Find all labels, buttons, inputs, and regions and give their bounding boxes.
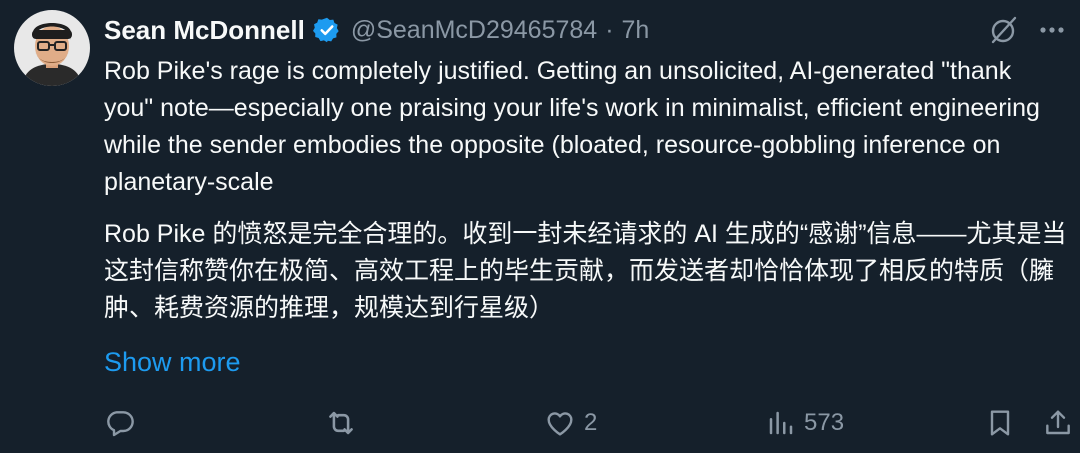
bookmark-button[interactable] bbox=[984, 400, 1016, 446]
retweet-button[interactable] bbox=[324, 400, 366, 446]
tweet-header: Sean McDonnell @SeanMcD29465784 · 7h bbox=[104, 10, 649, 50]
separator-dot: · bbox=[605, 15, 614, 44]
tweet-actions: 2 573 bbox=[104, 400, 1076, 446]
like-button[interactable]: 2 bbox=[544, 400, 597, 446]
verified-badge-icon bbox=[312, 16, 341, 44]
timestamp[interactable]: 7h bbox=[622, 16, 650, 45]
tweet-top-actions bbox=[984, 10, 1080, 50]
show-more-link[interactable]: Show more bbox=[104, 343, 241, 381]
like-count: 2 bbox=[584, 409, 598, 436]
reply-button[interactable] bbox=[104, 400, 144, 446]
more-icon[interactable] bbox=[1024, 10, 1080, 50]
bookmark-icon bbox=[984, 407, 1016, 439]
tweet-text-english: Rob Pike's rage is completely justified.… bbox=[104, 57, 1040, 196]
share-button[interactable] bbox=[1042, 400, 1074, 446]
tweet: Sean McDonnell @SeanMcD29465784 · 7h Rob bbox=[0, 0, 1080, 453]
tweet-text-chinese: Rob Pike 的愤怒是完全合理的。收到一封未经请求的 AI 生成的“感谢”信… bbox=[104, 220, 1067, 322]
views-icon bbox=[766, 408, 796, 438]
heart-icon bbox=[544, 407, 576, 439]
author-name[interactable]: Sean McDonnell bbox=[104, 15, 305, 46]
author-handle[interactable]: @SeanMcD29465784 bbox=[351, 16, 597, 45]
grok-icon[interactable] bbox=[984, 10, 1024, 50]
retweet-icon bbox=[324, 406, 358, 440]
views-count: 573 bbox=[804, 409, 845, 436]
reply-icon bbox=[104, 407, 136, 439]
views-button[interactable]: 573 bbox=[766, 400, 844, 446]
avatar[interactable] bbox=[14, 10, 90, 86]
share-icon bbox=[1042, 407, 1074, 439]
